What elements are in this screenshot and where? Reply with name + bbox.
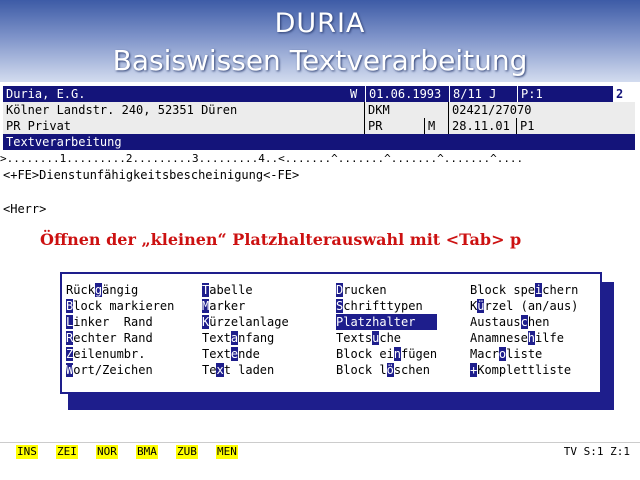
popup-column-4: Block speichern Kürzel (an/aus) Austausche… bbox=[470, 282, 578, 378]
banner-subtitle: Basiswissen Textverarbeitung bbox=[112, 44, 528, 77]
menu-item-tabelle[interactable]: Tabelle bbox=[202, 282, 289, 298]
title-banner: DURIA Basiswissen Textverarbeitung bbox=[0, 0, 640, 82]
popup-column-2: Tabelle Marker Kürzelanlage Textanfang Texte… bbox=[202, 282, 289, 378]
shortcut-key: n bbox=[393, 347, 402, 361]
menu-item-wort-zeichen[interactable]: Wort/Zeichen bbox=[66, 362, 174, 378]
menu-item-schrifttypen[interactable]: Schrifttypen bbox=[336, 298, 437, 314]
cursor-position: TV S:1 Z:1 bbox=[563, 445, 630, 458]
banner-title: DURIA bbox=[274, 8, 366, 39]
mode-key-nor[interactable]: NOR bbox=[96, 445, 118, 459]
menu-item-block-löschen[interactable]: Block löschen bbox=[336, 362, 437, 378]
mode-key-ins[interactable]: INS bbox=[16, 445, 38, 459]
page-number-badge: 2 bbox=[613, 86, 627, 102]
shortcut-key: h bbox=[527, 331, 536, 345]
shortcut-key: ö bbox=[386, 363, 394, 377]
menu-item-zeilenumbr[interactable]: Zeilenumbr. bbox=[66, 346, 174, 362]
mode-key-bma[interactable]: BMA bbox=[136, 445, 158, 459]
menu-item-platzhalter-selected[interactable]: Platzhalter bbox=[336, 314, 438, 330]
flag-field[interactable]: W bbox=[347, 86, 365, 102]
menu-item-drucken[interactable]: Drucken bbox=[336, 282, 437, 298]
document-line-1[interactable]: <+FE>Dienstunfähigkeitsbescheinigung<-FE… bbox=[3, 168, 299, 182]
document-line-2[interactable]: <Herr> bbox=[3, 202, 46, 216]
status-bar: INS ZEI NOR BMA ZUB MEN TV S:1 Z:1 bbox=[0, 442, 640, 461]
popup-shadow-right bbox=[602, 282, 614, 410]
menu-item-block-markieren[interactable]: Block markieren bbox=[66, 298, 174, 314]
shortcut-key: c bbox=[520, 315, 528, 329]
shortcut-key: x bbox=[216, 363, 224, 377]
placeholder-selection-popup: Rückgängig Block markieren Linker Rand Rech… bbox=[60, 272, 602, 394]
menu-item-block-speichern[interactable]: Block speichern bbox=[470, 282, 578, 298]
page-field[interactable]: P:1 bbox=[517, 86, 613, 102]
menu-item-textanfang[interactable]: Textanfang bbox=[202, 330, 289, 346]
visit-date-field[interactable]: 28.11.01 bbox=[449, 118, 517, 134]
menu-item-rechter-rand[interactable]: Rechter Rand bbox=[66, 330, 174, 346]
practitioner-field[interactable]: P1 bbox=[517, 118, 635, 134]
menu-item-austauschen[interactable]: Austauschen bbox=[470, 314, 578, 330]
patient-header-row-3: PR Privat PR M 28.11.01 P1 bbox=[3, 118, 635, 134]
section-title-bar: Textverarbeitung bbox=[3, 134, 635, 150]
menu-item-anamnesehilfe[interactable]: Anamnesehilfe bbox=[470, 330, 578, 346]
mode-key-zei[interactable]: ZEI bbox=[56, 445, 78, 459]
sex-field[interactable]: M bbox=[425, 118, 449, 134]
menu-item-macroliste[interactable]: Macroliste bbox=[470, 346, 578, 362]
menu-item-rückgängig[interactable]: Rückgängig bbox=[66, 282, 174, 298]
menu-item-marker[interactable]: Marker bbox=[202, 298, 289, 314]
patient-header-row-2: Kölner Landstr. 240, 52351 Düren DKM 024… bbox=[3, 102, 635, 118]
menu-item-block-einfügen[interactable]: Block einfügen bbox=[336, 346, 437, 362]
menu-item-komplettliste[interactable]: +Komplettliste bbox=[470, 362, 578, 378]
menu-item-text-laden[interactable]: Text laden bbox=[202, 362, 289, 378]
text-ruler[interactable]: >........1.........2.........3.........4… bbox=[0, 152, 640, 165]
mode-key-zub[interactable]: ZUB bbox=[176, 445, 198, 459]
menu-item-kürzel-an-aus[interactable]: Kürzel (an/aus) bbox=[470, 298, 578, 314]
address-field[interactable]: Kölner Landstr. 240, 52351 Düren bbox=[3, 102, 365, 118]
patient-name[interactable]: Duria, E.G. bbox=[3, 86, 347, 102]
menu-item-linker-rand[interactable]: Linker Rand bbox=[66, 314, 174, 330]
popup-shadow-bottom bbox=[68, 394, 614, 410]
menu-item-kürzelanlage[interactable]: Kürzelanlage bbox=[202, 314, 289, 330]
patient-header-row-1: Duria, E.G. W 01.06.1993 8/11 J P:1 2 bbox=[3, 86, 635, 102]
phone-field[interactable]: 02421/27070 bbox=[449, 102, 635, 118]
insurance-status-field[interactable]: PR Privat bbox=[3, 118, 365, 134]
instruction-caption: Öffnen der „kleinen“ Platzhalterauswahl … bbox=[40, 230, 522, 249]
menu-item-textsuche[interactable]: Textsuche bbox=[336, 330, 437, 346]
birth-date-field[interactable]: 01.06.1993 bbox=[365, 86, 449, 102]
age-field[interactable]: 8/11 J bbox=[449, 86, 517, 102]
insurance-code-field[interactable]: PR bbox=[365, 118, 425, 134]
popup-column-3: Drucken Schrifttypen Platzhalter Textsuche B… bbox=[336, 282, 438, 378]
menu-item-textende[interactable]: Textende bbox=[202, 346, 289, 362]
insurer-field[interactable]: DKM bbox=[365, 102, 449, 118]
popup-column-1: Rückgängig Block markieren Linker Rand Rech… bbox=[66, 282, 174, 378]
mode-key-men[interactable]: MEN bbox=[216, 445, 238, 459]
